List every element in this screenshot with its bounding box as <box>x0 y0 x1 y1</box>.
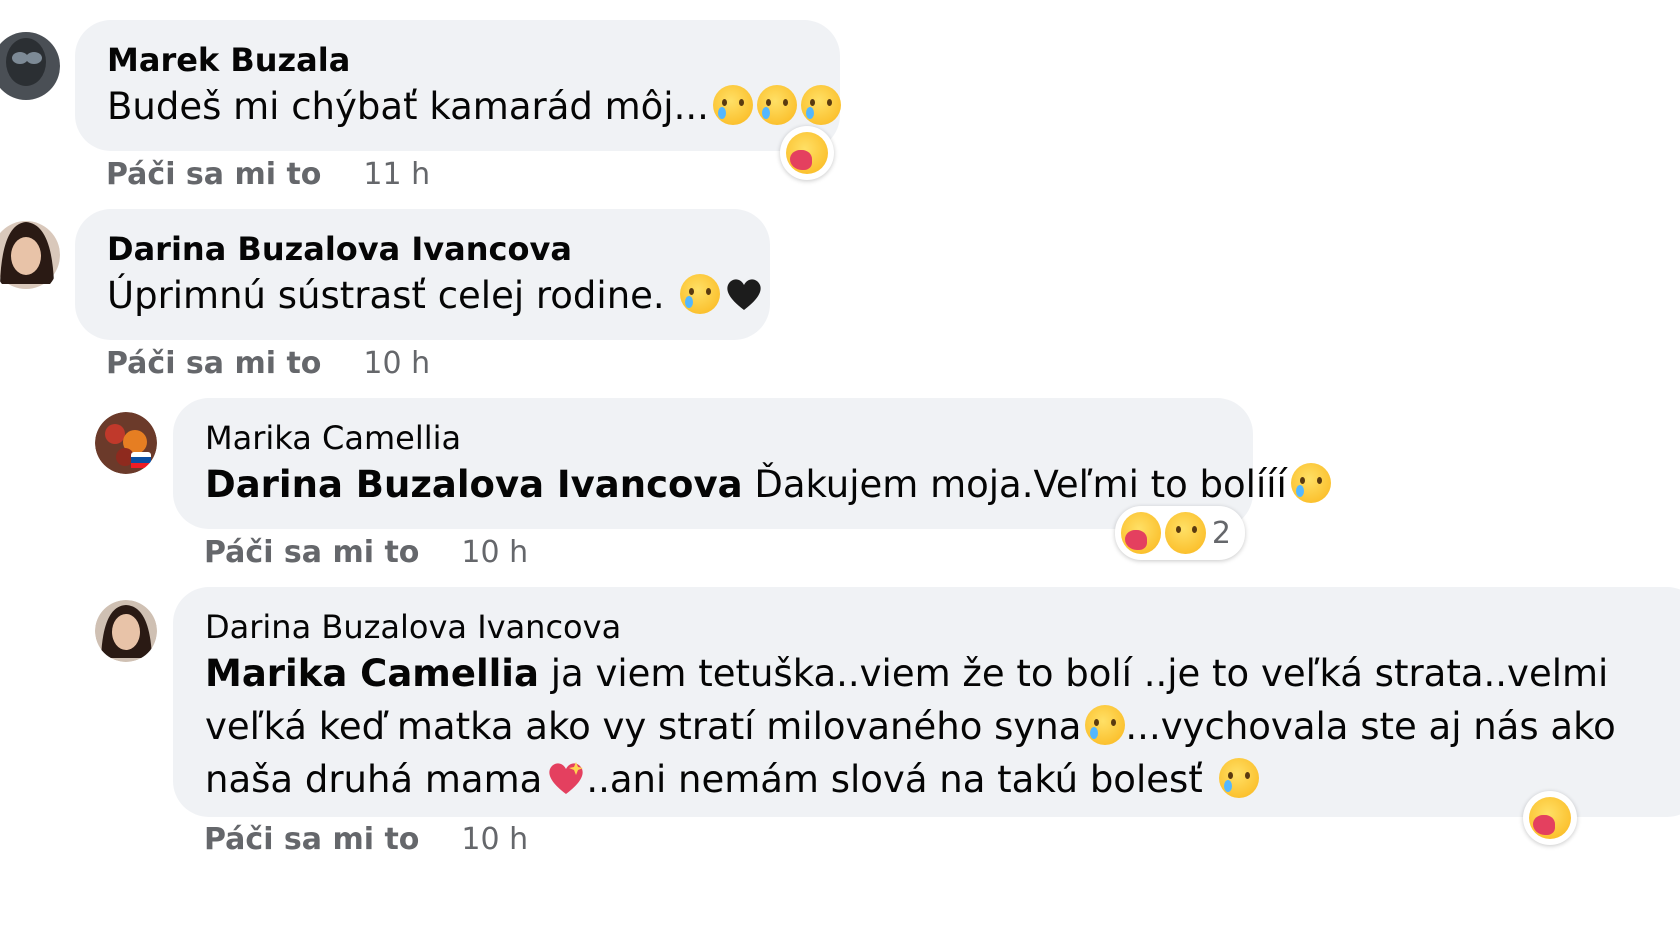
comment-bubble: Marika Camellia Darina Buzalova Ivancova… <box>173 398 1331 529</box>
comment-timestamp[interactable]: 10 h <box>461 535 528 570</box>
reaction-summary[interactable]: 2 <box>1115 506 1245 560</box>
comment-author[interactable]: Marek Buzala <box>107 40 808 80</box>
comment-timestamp[interactable]: 11 h <box>363 157 430 192</box>
comment-actions: Páči sa mi to 10 h <box>106 346 430 381</box>
comment-text-line: Marika Camellia ja viem tetuška..viem že… <box>205 652 1609 695</box>
comment-actions: Páči sa mi to 10 h <box>204 535 528 570</box>
sad-cry-emoji-icon <box>1085 705 1126 745</box>
care-reaction-icon <box>1121 512 1162 554</box>
like-button[interactable]: Páči sa mi to <box>106 157 321 192</box>
sad-cry-emoji-icon <box>800 85 841 125</box>
like-button[interactable]: Páči sa mi to <box>204 822 419 857</box>
mention-link[interactable]: Marika Camellia <box>205 652 539 695</box>
mention-link[interactable]: Darina Buzalova Ivancova <box>205 463 743 506</box>
comment-text: Úprimnú sústrasť celej rodine. <box>107 269 762 322</box>
sparkling-heart-icon <box>546 758 586 798</box>
loudly-crying-emoji-icon <box>1290 463 1331 503</box>
reaction-count: 2 <box>1211 515 1231 551</box>
reaction-summary[interactable] <box>1523 791 1577 845</box>
comment-author[interactable]: Marika Camellia <box>205 418 1221 458</box>
care-reaction-icon <box>786 132 828 174</box>
avatar-darina[interactable] <box>0 214 60 296</box>
loudly-crying-emoji-icon <box>1218 758 1259 798</box>
comment-timestamp[interactable]: 10 h <box>461 822 528 857</box>
comment-timestamp[interactable]: 10 h <box>363 346 430 381</box>
avatar-darina-reply[interactable] <box>95 600 157 662</box>
like-button[interactable]: Páči sa mi to <box>204 535 419 570</box>
comment-bubble: Darina Buzalova Ivancova Úprimnú sústras… <box>75 209 770 340</box>
care-reaction-icon <box>1529 797 1571 839</box>
avatar-marika[interactable] <box>95 412 157 474</box>
comment-bubble: Marek Buzala Budeš mi chýbať kamarád môj… <box>75 20 841 151</box>
sad-cry-emoji-icon <box>712 85 753 125</box>
comment-text: Darina Buzalova Ivancova Ďakujem moja.Ve… <box>205 458 1331 511</box>
black-heart-icon <box>724 274 764 314</box>
sad-reaction-icon <box>1165 512 1206 554</box>
avatar-marek[interactable] <box>0 24 60 108</box>
sad-cry-emoji-icon <box>756 85 797 125</box>
comment-author[interactable]: Darina Buzalova Ivancova <box>107 229 738 269</box>
like-button[interactable]: Páči sa mi to <box>106 346 321 381</box>
comment-actions: Páči sa mi to 10 h <box>204 822 528 857</box>
comment-text-line: naša druhá mama ..ani nemám slová na takú… <box>205 753 1671 806</box>
comment-text-line: veľká keď matka ako vy stratí milovaného… <box>205 705 1616 748</box>
comment-author[interactable]: Darina Buzalova Ivancova <box>205 607 1671 647</box>
sad-cry-emoji-icon <box>680 274 721 314</box>
comment-actions: Páči sa mi to 11 h <box>106 157 430 192</box>
comment-text: Budeš mi chýbať kamarád môj... <box>107 80 841 133</box>
comment-bubble: Darina Buzalova Ivancova Marika Camellia… <box>173 587 1680 817</box>
reaction-summary[interactable] <box>780 126 834 180</box>
